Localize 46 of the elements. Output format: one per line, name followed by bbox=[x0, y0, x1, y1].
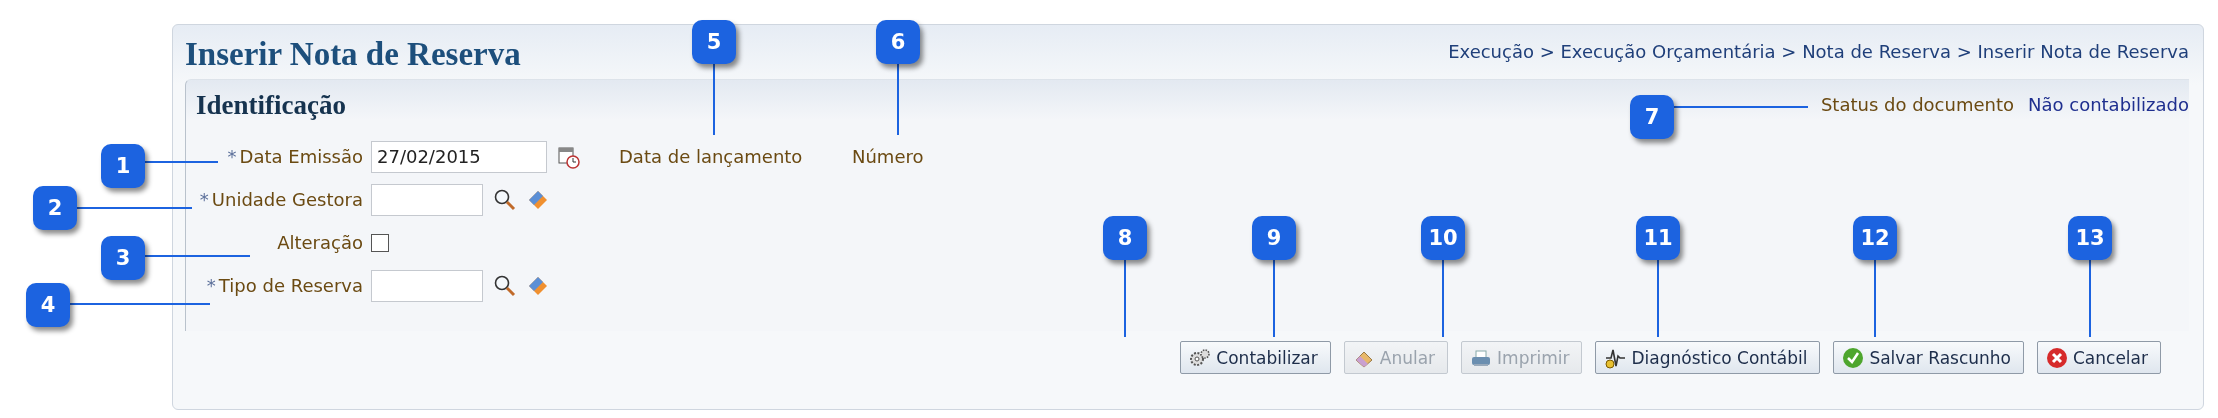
callout-badge: 6 bbox=[876, 20, 920, 64]
date-field[interactable]: 27/02/2015 bbox=[371, 140, 547, 173]
check-icon bbox=[1842, 346, 1865, 369]
text-field[interactable] bbox=[371, 269, 483, 302]
callout-badge: 10 bbox=[1421, 216, 1465, 260]
required-mark: * bbox=[227, 146, 237, 167]
action-button[interactable]: Contabilizar bbox=[1180, 341, 1331, 374]
eraser-icon[interactable] bbox=[527, 188, 549, 211]
search-icon[interactable] bbox=[493, 273, 517, 298]
search-icon[interactable] bbox=[493, 187, 517, 212]
callout-badge: 5 bbox=[692, 20, 736, 64]
eraser-icon[interactable] bbox=[527, 274, 549, 297]
action-button[interactable]: Cancelar bbox=[2037, 341, 2161, 374]
checkbox[interactable] bbox=[371, 233, 389, 252]
field-label: Unidade Gestora bbox=[211, 189, 363, 210]
callout-badge: 8 bbox=[1103, 216, 1147, 260]
leader-line bbox=[713, 64, 715, 135]
field-label: Data de lançamento bbox=[619, 146, 803, 167]
action-button[interactable]: Diagnóstico Contábil bbox=[1595, 341, 1821, 374]
callout-badge: 13 bbox=[2068, 216, 2112, 260]
callout-badge: 3 bbox=[101, 236, 145, 280]
text-field[interactable] bbox=[371, 183, 483, 216]
action-button[interactable]: Salvar Rascunho bbox=[1833, 341, 2024, 374]
breadcrumb: Execução > Execução Orçamentária > Nota de Reserva > Inserir Nota de Reserva bbox=[1448, 41, 2189, 62]
section-title: Identificação bbox=[196, 90, 346, 121]
callout-badge: 12 bbox=[1853, 216, 1897, 260]
gears-icon bbox=[1189, 347, 1212, 368]
callout-badge: 2 bbox=[33, 186, 77, 230]
callout-badge: 7 bbox=[1630, 95, 1674, 139]
callout-badge: 11 bbox=[1636, 216, 1680, 260]
field-label: Número bbox=[852, 146, 924, 167]
callout-badge: 9 bbox=[1252, 216, 1296, 260]
callout-badge: 1 bbox=[101, 144, 145, 188]
required-mark: * bbox=[206, 275, 216, 296]
printer-icon bbox=[1470, 347, 1493, 368]
page-title: Inserir Nota de Reserva bbox=[185, 36, 521, 73]
cancel-icon bbox=[2046, 346, 2068, 369]
required-mark: * bbox=[199, 189, 209, 210]
field-label: Tipo de Reserva bbox=[218, 275, 363, 296]
status-value: Não contabilizado bbox=[2028, 94, 2189, 117]
leader-line bbox=[897, 64, 899, 135]
status-label: Status do documento bbox=[1820, 94, 2014, 117]
calendar-icon[interactable] bbox=[557, 144, 581, 169]
callout-badge: 4 bbox=[26, 283, 70, 327]
field-label: Data Emissão bbox=[239, 146, 363, 167]
field-label: Alteração bbox=[277, 232, 363, 253]
